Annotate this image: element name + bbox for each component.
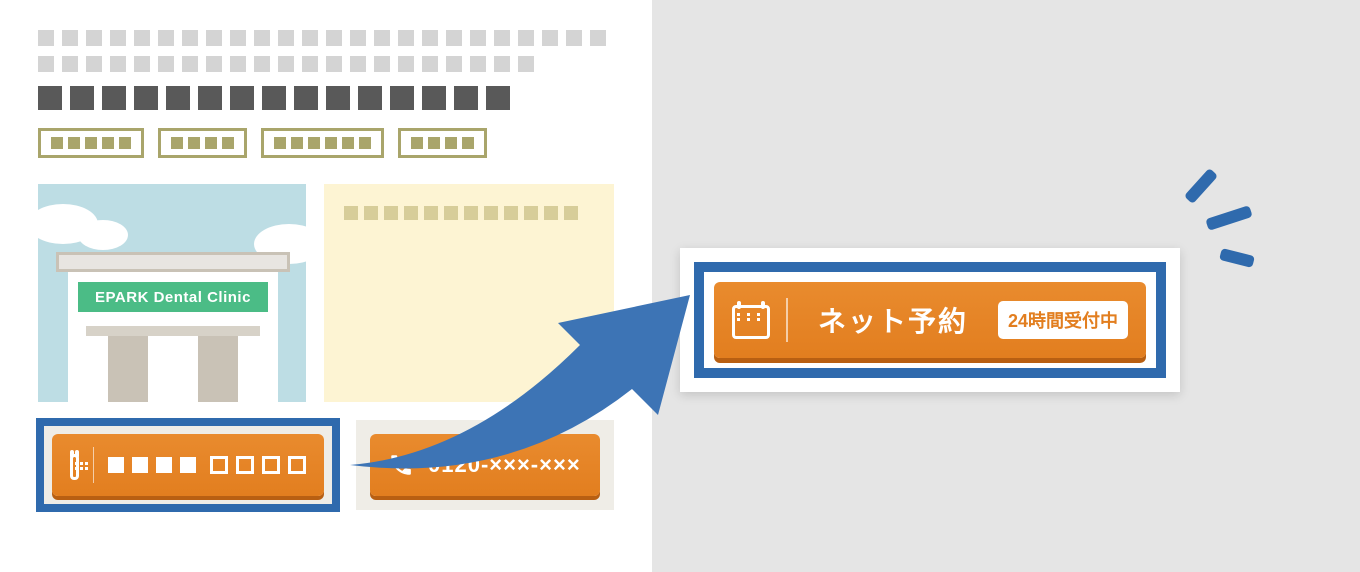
- net-reserve-label: ネット予約: [804, 300, 982, 340]
- emphasis-line: [1219, 248, 1255, 268]
- clinic-illustration: EPARK Dental Clinic: [38, 184, 306, 402]
- placeholder-row-dark: [38, 86, 614, 110]
- placeholder-row: [38, 30, 614, 46]
- emphasis-line: [1205, 205, 1252, 231]
- net-reserve-callout: ネット予約 24時間受付中: [680, 248, 1180, 392]
- net-reserve-button[interactable]: ネット予約 24時間受付中: [714, 282, 1146, 358]
- clinic-signboard: EPARK Dental Clinic: [78, 282, 268, 312]
- zoom-panel: ネット予約 24時間受付中: [652, 0, 1360, 572]
- placeholder-row: [38, 56, 614, 72]
- emphasis-line: [1184, 168, 1218, 204]
- net-reserve-button-small-highlight: [38, 420, 338, 510]
- calendar-icon: [70, 450, 79, 480]
- calendar-icon: [732, 301, 770, 339]
- net-reserve-button-small[interactable]: [52, 434, 324, 496]
- availability-badge: 24時間受付中: [998, 301, 1128, 339]
- tag-row: [38, 128, 614, 158]
- arrow-icon: [340, 255, 730, 475]
- building-icon: EPARK Dental Clinic: [68, 252, 278, 402]
